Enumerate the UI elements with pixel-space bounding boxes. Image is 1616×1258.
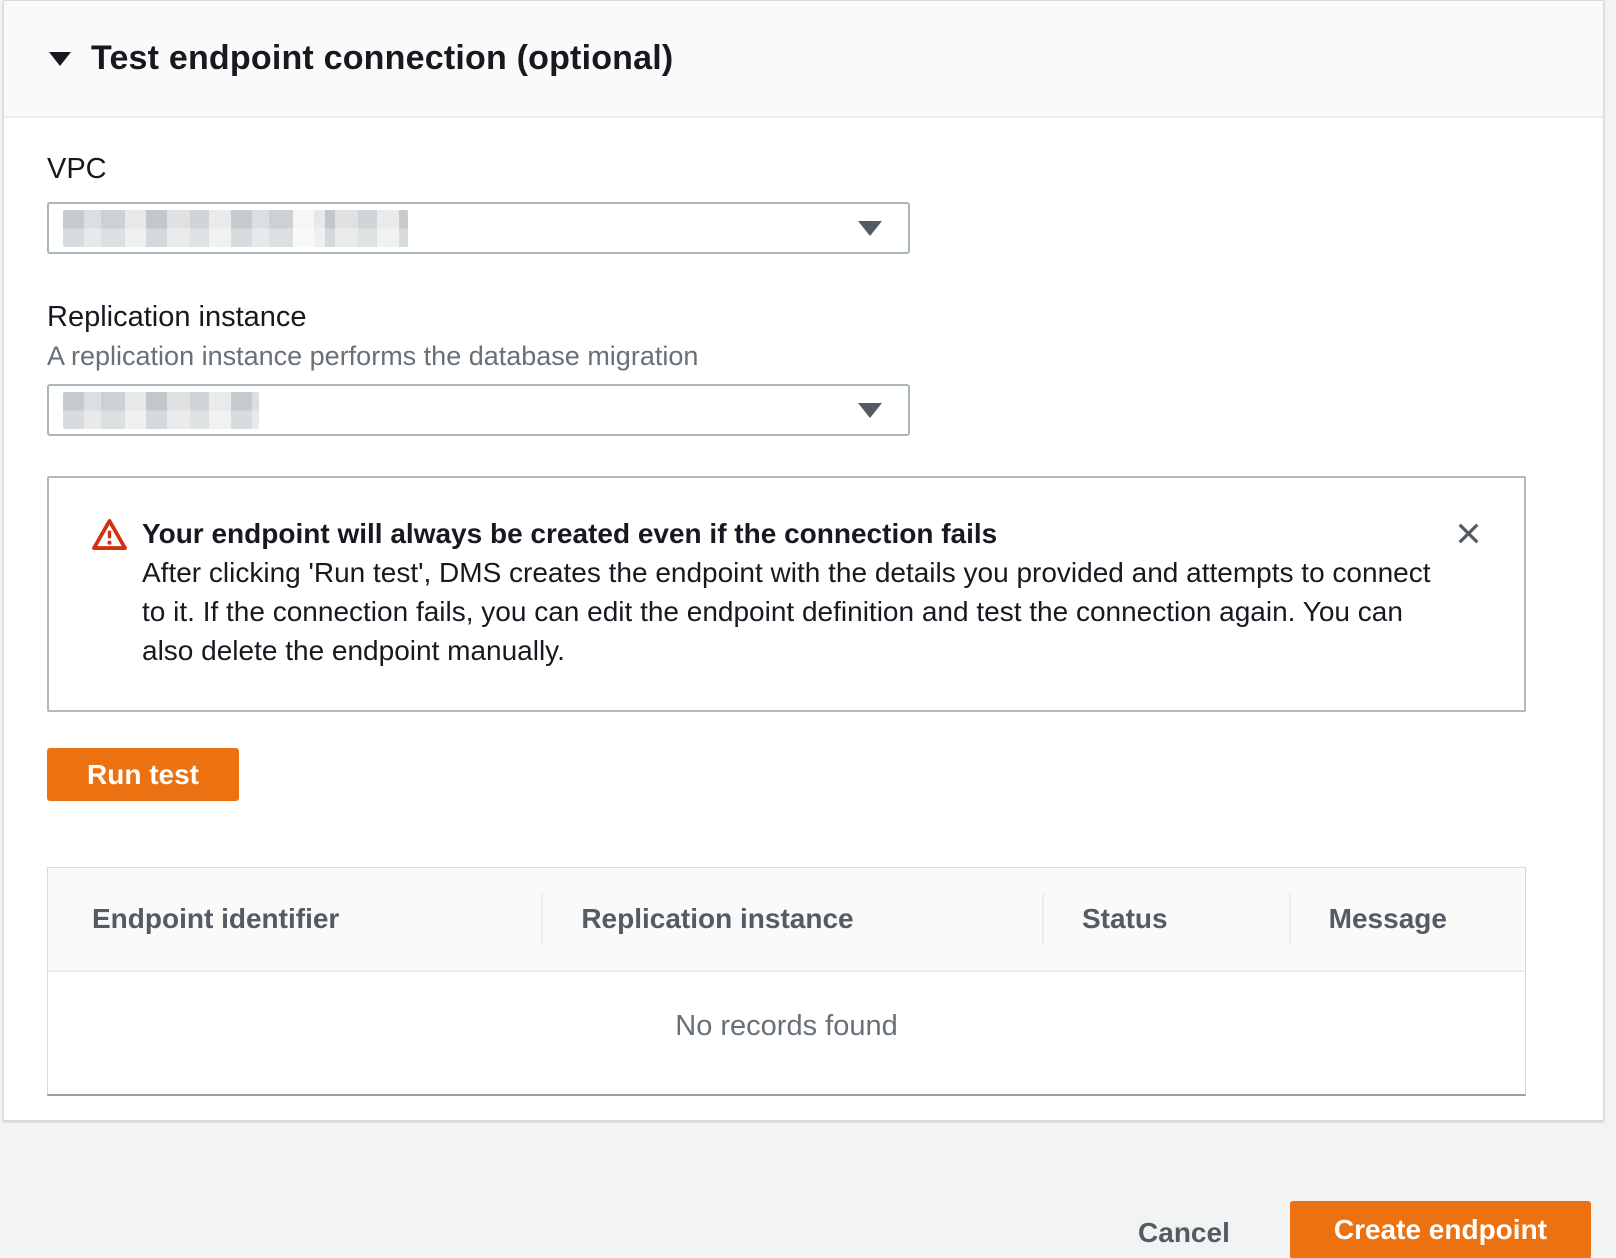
section-collapse-header[interactable]: Test endpoint connection (optional) [4, 1, 1603, 118]
vpc-field: VPC [47, 152, 1523, 254]
endpoint-warning-alert: Your endpoint will always be created eve… [47, 476, 1526, 712]
vpc-select[interactable] [47, 202, 910, 254]
dropdown-caret-icon [858, 221, 882, 236]
replication-instance-description: A replication instance performs the data… [47, 340, 1523, 372]
run-test-button[interactable]: Run test [47, 748, 239, 801]
dropdown-caret-icon [858, 403, 882, 418]
replication-instance-field: Replication instance A replication insta… [47, 300, 1523, 436]
vpc-label: VPC [47, 152, 1523, 186]
close-icon[interactable] [1449, 514, 1488, 553]
column-header-message: Message [1289, 903, 1525, 935]
create-endpoint-button[interactable]: Create endpoint [1290, 1201, 1591, 1258]
cancel-button[interactable]: Cancel [1138, 1217, 1230, 1249]
replication-instance-redacted-value [63, 392, 259, 429]
wizard-footer: Cancel Create endpoint [0, 1121, 1616, 1258]
test-endpoint-connection-section: Test endpoint connection (optional) VPC … [3, 0, 1604, 1121]
column-header-replication-instance: Replication instance [541, 903, 1042, 935]
triangle-down-icon[interactable] [49, 52, 71, 66]
alert-text: Your endpoint will always be created eve… [142, 514, 1433, 670]
column-header-endpoint-identifier: Endpoint identifier [48, 903, 541, 935]
column-header-status: Status [1042, 903, 1289, 935]
table-header-row: Endpoint identifier Replication instance… [48, 868, 1525, 972]
alert-title: Your endpoint will always be created eve… [142, 514, 1433, 553]
empty-state-message: No records found [48, 972, 1525, 1094]
replication-instance-select[interactable] [47, 384, 910, 436]
section-title: Test endpoint connection (optional) [91, 39, 673, 78]
vpc-redacted-value [63, 210, 408, 247]
alert-body: After clicking 'Run test', DMS creates t… [142, 553, 1433, 670]
section-body: VPC Replication instance A replication i… [4, 118, 1603, 1120]
replication-instance-label: Replication instance [47, 300, 1523, 334]
warning-triangle-icon [91, 517, 128, 557]
test-results-table: Endpoint identifier Replication instance… [47, 867, 1526, 1096]
